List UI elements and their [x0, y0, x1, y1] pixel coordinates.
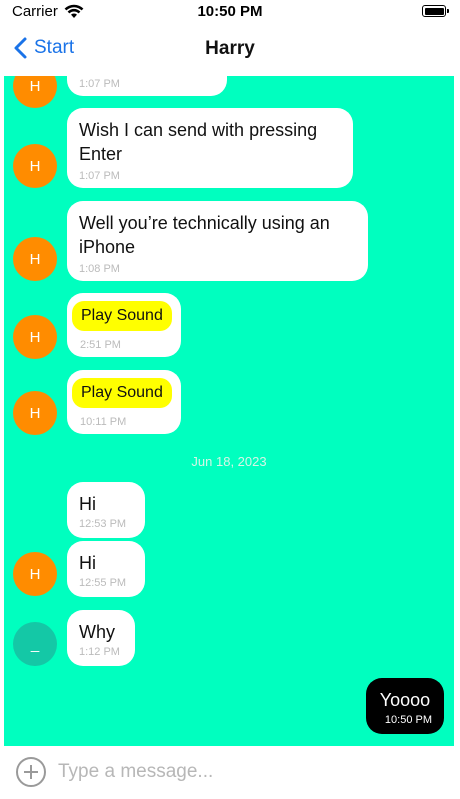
message-time: 12:53 PM [79, 518, 127, 530]
message-bubble: Well you’re technically using an iPhone … [67, 201, 368, 281]
message-time: 2:51 PM [80, 339, 121, 351]
message-time: 1:12 PM [79, 646, 120, 658]
play-sound-button[interactable]: Play Sound [72, 378, 172, 408]
avatar-initial: H [29, 77, 41, 95]
message-input[interactable] [56, 756, 440, 788]
message-bubble: Play Sound 10:11 PM [67, 370, 181, 434]
add-attachment-button[interactable] [16, 757, 46, 787]
message-bubble: Why 1:12 PM [67, 610, 135, 666]
screen: Carrier 10:50 PM Start Harry H 1:07 PM H… [0, 0, 460, 799]
message-input-bar [4, 746, 454, 799]
date-separator: Jun 18, 2023 [191, 454, 267, 469]
message-bubble: Hi 12:53 PM [67, 482, 145, 538]
message-bubble: Hi 12:55 PM [67, 541, 145, 597]
message-text: Well you’re technically using an iPhone [79, 213, 330, 257]
avatar: H [13, 76, 57, 108]
avatar: _ [13, 622, 57, 666]
avatar: H [13, 237, 57, 281]
message-time: 12:55 PM [79, 577, 127, 589]
conversation-title: Harry [205, 38, 255, 59]
avatar-initial: H [29, 328, 41, 346]
chat-area[interactable]: H 1:07 PM H Wish I can send with pressin… [4, 76, 454, 746]
avatar: H [13, 552, 57, 596]
avatar-initial: H [29, 404, 41, 422]
avatar-initial: H [29, 565, 41, 583]
avatar-initial: _ [30, 635, 40, 653]
message-bubble: Wish I can send with pressing Enter 1:07… [67, 108, 353, 188]
plus-icon-stroke [30, 765, 32, 779]
message-time: 1:07 PM [79, 78, 120, 90]
message-text: Hi [79, 494, 96, 514]
outgoing-message-bubble: Yoooo 10:50 PM [366, 678, 444, 734]
avatar: H [13, 315, 57, 359]
status-time: 10:50 PM [197, 3, 263, 20]
avatar-initial: H [29, 250, 41, 268]
avatar: H [13, 391, 57, 435]
message-bubble: Play Sound 2:51 PM [67, 293, 181, 357]
message-time: 10:11 PM [80, 416, 127, 428]
message-text: Why [79, 622, 115, 642]
avatar-initial: H [29, 157, 41, 175]
play-sound-button[interactable]: Play Sound [72, 301, 172, 331]
message-bubble: 1:07 PM [67, 76, 227, 96]
avatar: H [13, 144, 57, 188]
message-text: Yoooo [379, 690, 431, 710]
message-text: Wish I can send with pressing Enter [79, 120, 318, 164]
message-time: 1:07 PM [79, 170, 120, 182]
message-time: 1:08 PM [79, 263, 120, 275]
nav-bar: Start Harry [0, 24, 460, 76]
message-time: 10:50 PM [384, 714, 432, 726]
status-bar: Carrier 10:50 PM [0, 0, 460, 24]
message-text: Hi [79, 553, 96, 573]
battery-icon [422, 5, 449, 17]
